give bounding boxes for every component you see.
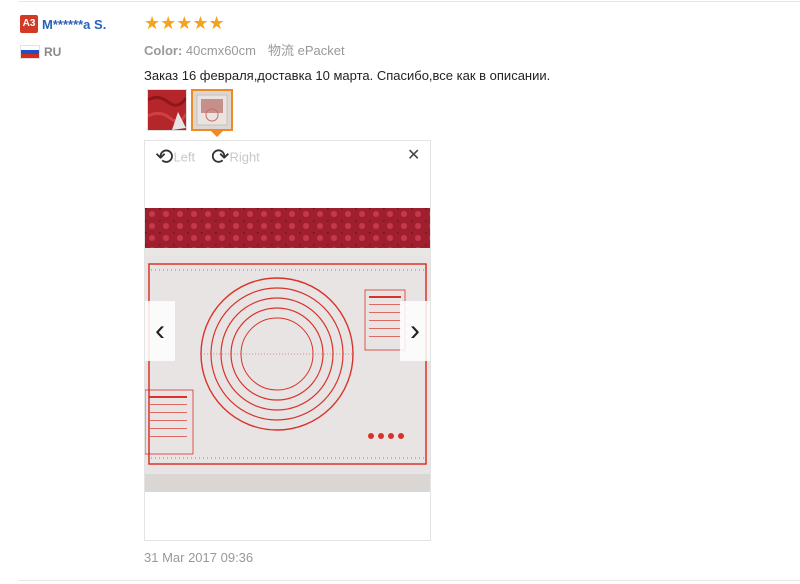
close-icon[interactable]: ✕ xyxy=(407,145,420,165)
selected-thumbnail-pointer xyxy=(211,131,223,137)
country-code: RU xyxy=(44,45,62,59)
rotate-right-icon: ⟳ xyxy=(211,144,230,169)
review-date: 31 Mar 2017 09:36 xyxy=(144,550,254,565)
photo-viewer: ⟲Left ⟳Right ✕ ‹ › xyxy=(144,140,431,541)
rotate-right-button[interactable]: ⟳Right xyxy=(211,144,260,170)
rotate-left-button[interactable]: ⟲Left xyxy=(155,144,195,170)
top-divider xyxy=(18,1,800,2)
photo-thumbnail[interactable] xyxy=(147,89,187,131)
chevron-right-icon: › xyxy=(410,314,420,347)
reviewer-name[interactable]: M******a S. xyxy=(42,17,106,32)
bottom-divider xyxy=(18,580,800,581)
shipping-value: ePacket xyxy=(297,43,345,58)
review-photo xyxy=(144,208,430,492)
shipping-label: 物流 xyxy=(267,43,294,58)
rotate-left-icon: ⟲ xyxy=(155,144,174,169)
avatar: A3 xyxy=(20,15,38,33)
review-text: Заказ 16 февраля,доставка 10 марта. Спас… xyxy=(144,68,551,83)
prev-photo-button[interactable]: ‹ xyxy=(145,301,175,361)
chevron-left-icon: ‹ xyxy=(155,314,165,347)
next-photo-button[interactable]: › xyxy=(400,301,430,361)
color-value: 40cmx60cm xyxy=(185,43,256,58)
star-rating: ★★★★★ xyxy=(144,13,225,33)
order-meta: Color: 40cmx60cm 物流 ePacket xyxy=(144,40,764,59)
photo-thumbnail-selected[interactable] xyxy=(191,89,233,131)
color-label: Color: xyxy=(144,43,183,58)
reviewer-block: A3 M******a S. RU xyxy=(20,15,140,61)
reviewer-country: RU xyxy=(20,43,140,61)
review-content: ★★★★★ Color: 40cmx60cm 物流 ePacket Заказ 1… xyxy=(144,12,764,83)
russia-flag-icon xyxy=(20,45,40,59)
